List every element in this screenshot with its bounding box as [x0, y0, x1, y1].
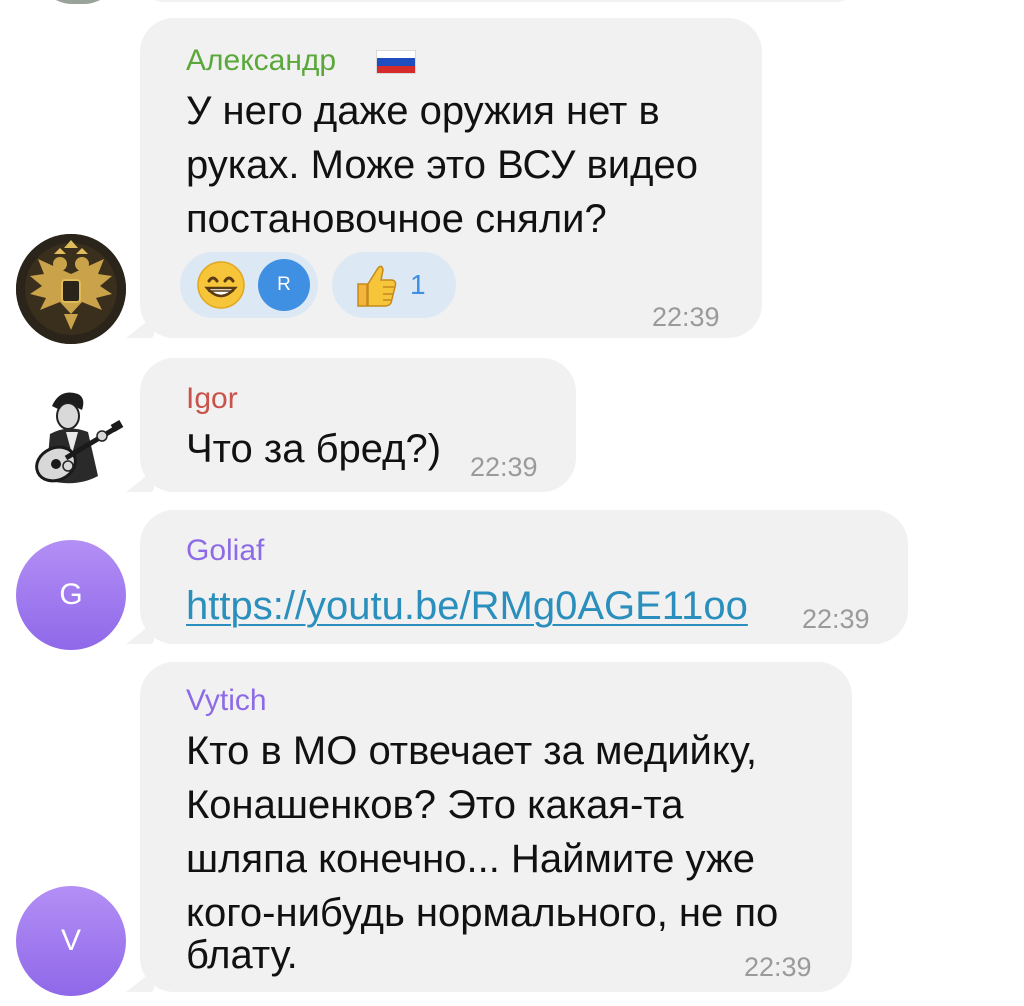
message-time: 22:39 [470, 452, 538, 482]
message-line: У него даже оружия нет в [186, 89, 660, 133]
avatar-goliaf[interactable]: G [16, 540, 126, 650]
message-bubble[interactable]: Igor Что за бред?) 22:39 [140, 358, 576, 492]
message-line: шляпа конечно... Наймите уже [186, 837, 755, 881]
russian-flag-icon [376, 50, 416, 74]
avatar-aleksandr[interactable] [16, 234, 126, 344]
avatar-cut-off[interactable] [38, 0, 118, 4]
avatar-initial: V [60, 924, 81, 957]
avatar-vytich[interactable]: V [16, 886, 126, 996]
sender-name[interactable]: Igor [186, 384, 238, 414]
grinning-face-icon [196, 260, 246, 310]
sender-name[interactable]: Goliaf [186, 536, 264, 566]
message-line: руках. Може это ВСУ видео [186, 143, 698, 187]
guitar-player-icon [16, 384, 126, 494]
message-line: Конашенков? Это какая-та [186, 783, 684, 827]
reaction-count: 1 [410, 269, 426, 300]
sender-name[interactable]: Александр [186, 46, 336, 76]
sender-name[interactable]: Vytich [186, 686, 267, 716]
message-bubble[interactable]: Goliaf https://youtu.be/RMg0AGE11oo 22:3… [140, 510, 908, 644]
reaction-grinning[interactable]: R [180, 252, 318, 318]
message-bubble[interactable]: Александр У него даже оружия нет в руках… [140, 18, 762, 338]
message-line: Что за бред?) [186, 427, 442, 471]
message-bubble-cut-off[interactable] [140, 0, 860, 2]
message-time: 22:39 [652, 302, 720, 332]
message-line: постановочное сняли? [186, 197, 607, 241]
chat-message-list: Александр У него даже оружия нет в руках… [0, 0, 1024, 1006]
avatar-igor[interactable] [16, 384, 126, 494]
message-time: 22:39 [802, 604, 870, 634]
message-line: Кто в МО отвечает за медийку, [186, 729, 757, 773]
reactor-avatar: R [258, 259, 310, 311]
message-line: блату. [186, 933, 298, 977]
youtube-link[interactable]: https://youtu.be/RMg0AGE11oo [186, 586, 748, 626]
double-headed-eagle-icon [16, 234, 126, 344]
message-bubble[interactable]: Vytich Кто в МО отвечает за медийку, Кон… [140, 662, 852, 992]
avatar-initial: G [59, 578, 83, 611]
message-time: 22:39 [744, 952, 812, 982]
reaction-thumbs-up[interactable]: 1 [332, 252, 456, 318]
thumbs-up-icon [350, 260, 400, 310]
